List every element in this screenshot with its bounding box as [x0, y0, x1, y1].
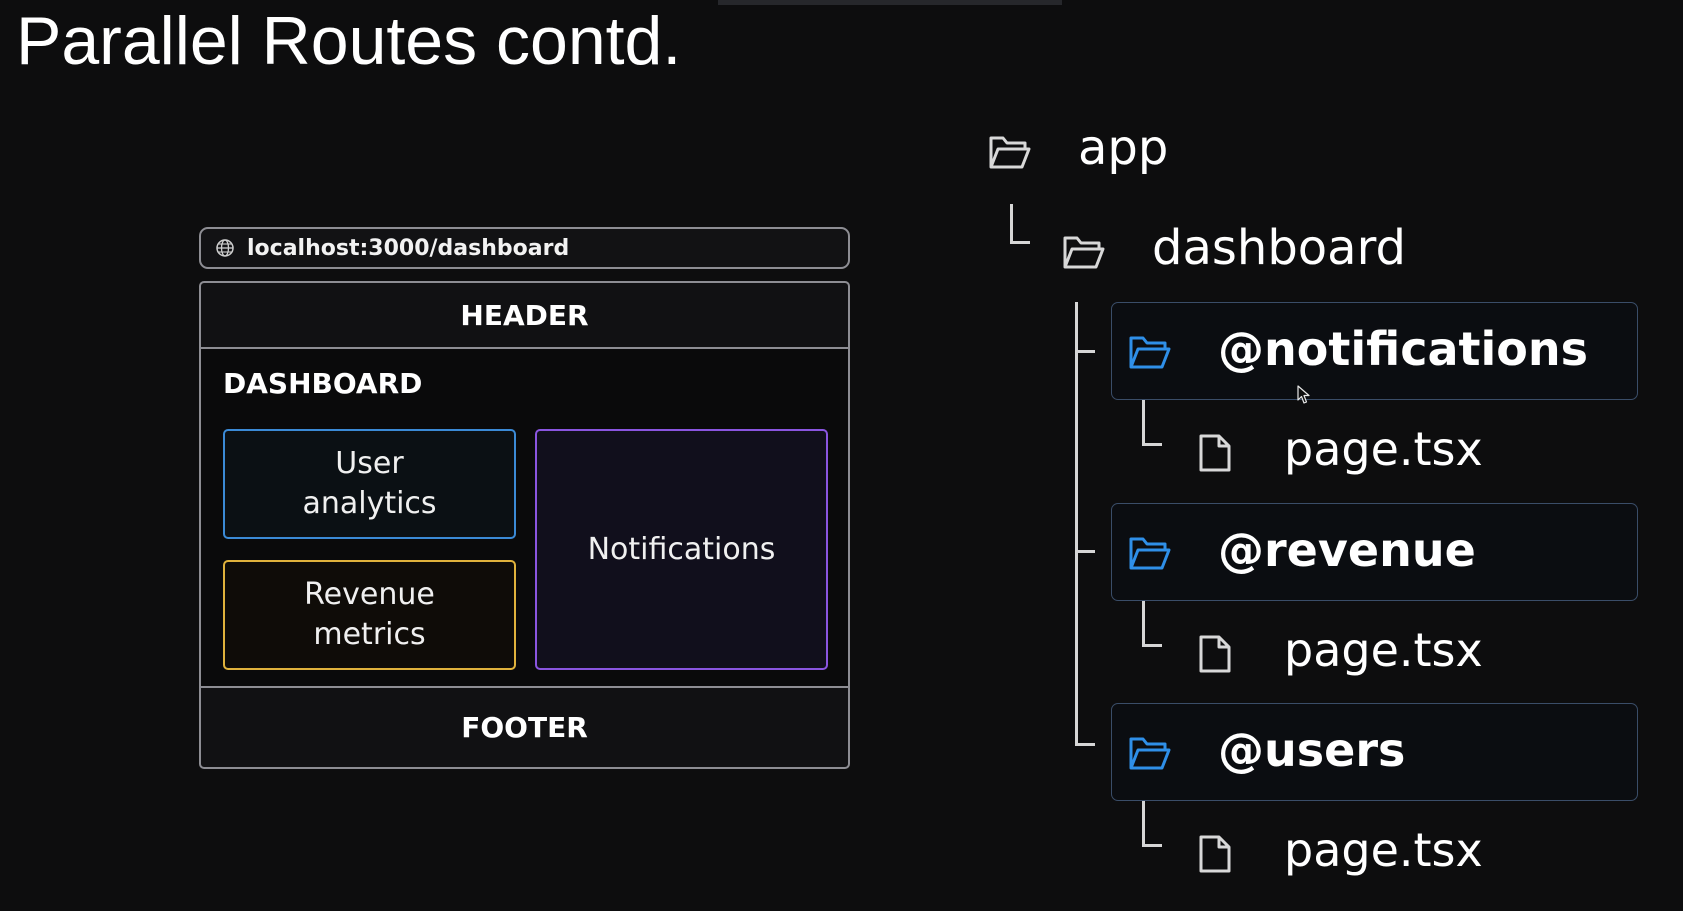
tree-connector — [1142, 844, 1162, 847]
revenue-metrics-slot: Revenue metrics — [223, 560, 516, 670]
user-analytics-slot: User analytics — [223, 429, 516, 539]
file-icon — [1199, 635, 1231, 673]
tree-connector — [1010, 204, 1013, 244]
globe-icon — [216, 239, 234, 257]
tree-connector — [1142, 443, 1162, 446]
tree-node-notifications: @notifications — [1218, 322, 1588, 376]
tree-node-app: app — [1078, 120, 1169, 176]
folder-open-icon — [1063, 236, 1105, 269]
dashboard-label: DASHBOARD — [223, 367, 423, 400]
tree-node-users: @users — [1218, 723, 1406, 777]
tree-connector — [1075, 550, 1095, 553]
tree-connector — [1142, 601, 1145, 647]
mouse-cursor-icon — [1297, 385, 1310, 404]
folder-open-icon — [989, 136, 1031, 169]
tree-connector — [1142, 801, 1145, 847]
tree-connector — [1075, 302, 1078, 746]
tree-connector — [1142, 644, 1162, 647]
folder-open-icon — [1129, 336, 1171, 369]
dashboard-section: DASHBOARD User analytics Revenue metrics… — [201, 347, 848, 688]
folder-open-icon — [1129, 537, 1171, 570]
tree-file-page: page.tsx — [1284, 623, 1483, 677]
slide-title: Parallel Routes contd. — [16, 3, 682, 79]
tree-file-page: page.tsx — [1284, 823, 1483, 877]
header-section: HEADER — [460, 298, 589, 332]
tree-node-dashboard: dashboard — [1152, 220, 1406, 276]
tree-file-page: page.tsx — [1284, 422, 1483, 476]
address-bar[interactable]: localhost:3000/dashboard — [199, 227, 850, 269]
file-icon — [1199, 434, 1231, 472]
file-icon — [1199, 835, 1231, 873]
folder-open-icon — [1129, 737, 1171, 770]
tree-connector — [1010, 241, 1030, 244]
footer-section: FOOTER — [461, 711, 588, 744]
address-bar-url: localhost:3000/dashboard — [247, 235, 570, 261]
tree-connector — [1075, 350, 1095, 353]
browser-window: HEADER DASHBOARD User analytics Revenue … — [199, 281, 850, 769]
notifications-slot: Notifications — [535, 429, 828, 670]
top-edge-bar — [718, 0, 1062, 5]
tree-node-revenue: @revenue — [1218, 523, 1476, 577]
tree-connector — [1142, 400, 1145, 446]
tree-connector — [1075, 743, 1095, 746]
